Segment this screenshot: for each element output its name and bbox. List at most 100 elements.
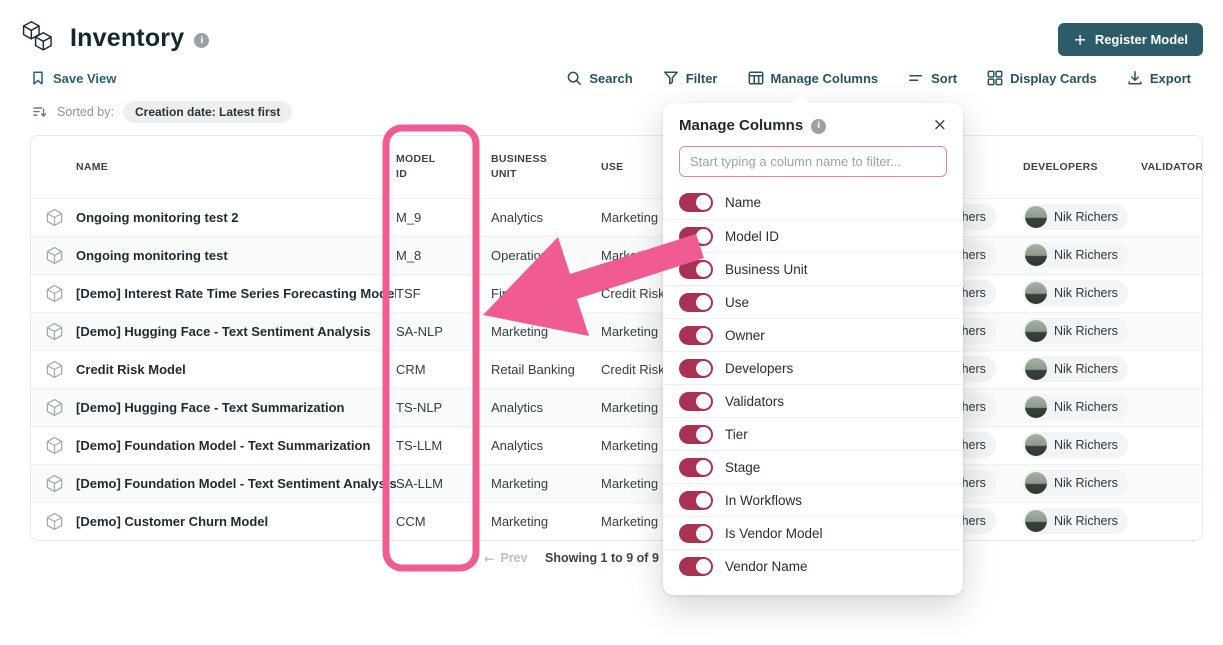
table-row[interactable]: Credit Risk Model CRM Retail Banking Cre… bbox=[31, 350, 1202, 388]
model-name[interactable]: [Demo] Hugging Face - Text Sentiment Ana… bbox=[76, 324, 396, 339]
business-unit: Retail Banking bbox=[491, 362, 601, 377]
plus-icon: + bbox=[1073, 30, 1086, 49]
register-model-label: Register Model bbox=[1095, 32, 1188, 47]
developer-chip: Nik Richers bbox=[1023, 394, 1128, 420]
model-name[interactable]: [Demo] Customer Churn Model bbox=[76, 514, 396, 529]
developer-chip: Nik Richers bbox=[1023, 432, 1128, 458]
save-view-label: Save View bbox=[53, 71, 116, 86]
sorted-by-chip[interactable]: Creation date: Latest first bbox=[123, 101, 292, 123]
model-id: TS-NLP bbox=[396, 400, 491, 415]
avatar bbox=[1025, 282, 1047, 304]
prev-label: Prev bbox=[500, 551, 527, 566]
bookmark-icon bbox=[30, 70, 46, 86]
manage-columns-popup: Manage Columns i × Name Model ID Busines… bbox=[663, 103, 963, 595]
filter-icon bbox=[663, 70, 679, 86]
toolbar-filter[interactable]: Filter bbox=[663, 70, 718, 86]
popup-title: Manage Columns bbox=[679, 117, 803, 134]
save-view-button[interactable]: Save View bbox=[30, 70, 116, 86]
col-header-name: NAME bbox=[76, 160, 396, 175]
column-toggle-business-unit[interactable]: Business Unit bbox=[663, 252, 963, 285]
table-row[interactable]: [Demo] Interest Rate Time Series Forecas… bbox=[31, 274, 1202, 312]
table-row[interactable]: [Demo] Foundation Model - Text Sentiment… bbox=[31, 464, 1202, 502]
export-icon bbox=[1127, 70, 1143, 86]
inventory-cubes-icon bbox=[20, 20, 60, 57]
column-filter-input[interactable] bbox=[679, 146, 947, 177]
model-name[interactable]: [Demo] Foundation Model - Text Sentiment… bbox=[76, 476, 396, 491]
register-model-button[interactable]: + Register Model bbox=[1058, 23, 1203, 56]
model-name[interactable]: [Demo] Hugging Face - Text Summarization bbox=[76, 400, 396, 415]
column-toggle-tier[interactable]: Tier bbox=[663, 417, 963, 450]
model-name[interactable]: Credit Risk Model bbox=[76, 362, 396, 377]
sort-icon bbox=[908, 70, 924, 86]
business-unit: Analytics bbox=[491, 210, 601, 225]
column-toggle-vendor-name[interactable]: Vendor Name bbox=[663, 549, 963, 582]
model-id: CRM bbox=[396, 362, 491, 377]
business-unit: Finance bbox=[491, 286, 601, 301]
prev-page-button[interactable]: ← Prev bbox=[484, 551, 528, 566]
column-toggle-model-id[interactable]: Model ID bbox=[663, 219, 963, 252]
model-id: SA-NLP bbox=[396, 324, 491, 339]
model-name[interactable]: [Demo] Interest Rate Time Series Forecas… bbox=[76, 286, 396, 301]
model-id: TS-LLM bbox=[396, 438, 491, 453]
toolbar-search[interactable]: Search bbox=[566, 70, 632, 86]
model-id: TSF bbox=[396, 286, 491, 301]
avatar bbox=[1025, 472, 1047, 494]
info-icon[interactable]: i bbox=[811, 119, 826, 134]
model-name[interactable]: [Demo] Foundation Model - Text Summariza… bbox=[76, 438, 396, 453]
column-toggle-developers[interactable]: Developers bbox=[663, 351, 963, 384]
toggle-switch[interactable] bbox=[679, 260, 713, 279]
search-icon bbox=[566, 70, 582, 86]
toggle-switch[interactable] bbox=[679, 458, 713, 477]
col-header-business-unit: BUSINESS UNIT bbox=[491, 152, 601, 181]
toggle-switch[interactable] bbox=[679, 425, 713, 444]
model-id: CCM bbox=[396, 514, 491, 529]
prev-arrow-icon: ← bbox=[484, 551, 494, 566]
col-header-model-id: MODEL ID bbox=[396, 152, 491, 181]
toolbar-sort-label: Sort bbox=[931, 71, 957, 86]
toolbar-display-cards[interactable]: Display Cards bbox=[987, 70, 1097, 86]
toggle-switch[interactable] bbox=[679, 392, 713, 411]
col-header-validators: VALIDATORS bbox=[1141, 160, 1203, 175]
developer-chip: Nik Richers bbox=[1023, 470, 1128, 496]
avatar bbox=[1025, 320, 1047, 342]
column-toggle-owner[interactable]: Owner bbox=[663, 318, 963, 351]
model-cube-icon bbox=[45, 398, 64, 417]
toggle-switch[interactable] bbox=[679, 193, 713, 212]
table-row[interactable]: [Demo] Customer Churn Model CCM Marketin… bbox=[31, 502, 1202, 540]
toolbar-filter-label: Filter bbox=[686, 71, 718, 86]
column-toggle-in-workflows[interactable]: In Workflows bbox=[663, 483, 963, 516]
column-toggle-validators[interactable]: Validators bbox=[663, 384, 963, 417]
model-name[interactable]: Ongoing monitoring test 2 bbox=[76, 210, 396, 225]
developer-chip: Nik Richers bbox=[1023, 280, 1128, 306]
close-icon[interactable]: × bbox=[933, 117, 947, 134]
toolbar-manage-columns-label: Manage Columns bbox=[771, 71, 879, 86]
toggle-switch[interactable] bbox=[679, 491, 713, 510]
toggle-switch[interactable] bbox=[679, 524, 713, 543]
toolbar-search-label: Search bbox=[589, 71, 632, 86]
manage-columns-icon bbox=[748, 70, 764, 86]
toggle-switch[interactable] bbox=[679, 557, 713, 576]
avatar bbox=[1025, 244, 1047, 266]
model-name[interactable]: Ongoing monitoring test bbox=[76, 248, 396, 263]
toggle-switch[interactable] bbox=[679, 359, 713, 378]
table-row[interactable]: [Demo] Hugging Face - Text Summarization… bbox=[31, 388, 1202, 426]
business-unit: Marketing bbox=[491, 324, 601, 339]
toolbar-manage-columns[interactable]: Manage Columns bbox=[748, 70, 879, 86]
toggle-switch[interactable] bbox=[679, 326, 713, 345]
info-icon[interactable]: i bbox=[194, 33, 209, 48]
table-row[interactable]: Ongoing monitoring test 2 M_9 Analytics … bbox=[31, 198, 1202, 236]
toggle-switch[interactable] bbox=[679, 227, 713, 246]
table-row[interactable]: [Demo] Hugging Face - Text Sentiment Ana… bbox=[31, 312, 1202, 350]
table-row[interactable]: Ongoing monitoring test M_8 Operations M… bbox=[31, 236, 1202, 274]
toolbar-sort[interactable]: Sort bbox=[908, 70, 957, 86]
toolbar-export[interactable]: Export bbox=[1127, 70, 1191, 86]
popup-header: Manage Columns i × bbox=[663, 103, 963, 143]
column-toggle-use[interactable]: Use bbox=[663, 285, 963, 318]
toggle-switch[interactable] bbox=[679, 293, 713, 312]
column-toggle-name[interactable]: Name bbox=[663, 186, 963, 219]
column-toggle-stage[interactable]: Stage bbox=[663, 450, 963, 483]
column-toggle-is-vendor-model[interactable]: Is Vendor Model bbox=[663, 516, 963, 549]
avatar bbox=[1025, 434, 1047, 456]
table-row[interactable]: [Demo] Foundation Model - Text Summariza… bbox=[31, 426, 1202, 464]
page-title: Inventory bbox=[70, 24, 184, 53]
